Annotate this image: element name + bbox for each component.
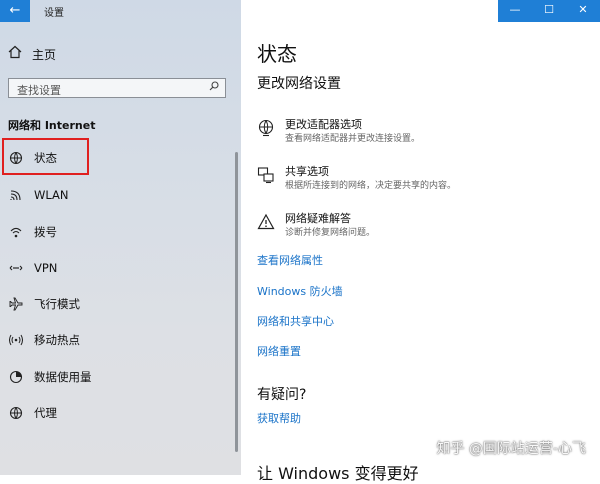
sidebar-scrollbar[interactable]	[235, 152, 238, 452]
main-content: — ☐ ✕ 状态 更改网络设置 更改适配器选项 查看网络适配器并更改连接设置。 …	[241, 0, 600, 483]
search-box[interactable]	[8, 78, 226, 100]
adapter-globe-icon	[257, 119, 275, 137]
option-description: 诊断并修复网络问题。	[285, 228, 376, 238]
home-label: 主页	[32, 47, 57, 62]
close-button[interactable]: ✕	[566, 0, 600, 22]
warning-icon	[257, 213, 275, 231]
get-help-link[interactable]: 获取帮助	[257, 410, 301, 426]
sidebar-item-label: 拨号	[34, 225, 57, 239]
title-bar: ← 设置	[0, 0, 241, 22]
page-title: 状态	[257, 42, 297, 66]
sidebar-item-vpn[interactable]: VPN	[0, 250, 236, 286]
sidebar-item-label: 移动热点	[34, 333, 80, 347]
minimize-button[interactable]: —	[498, 0, 532, 22]
sharing-icon	[257, 166, 275, 184]
option-description: 查看网络适配器并更改连接设置。	[285, 134, 421, 144]
windows-firewall-link[interactable]: Windows 防火墙	[257, 283, 343, 299]
option-sharing[interactable]: 共享选项 根据所连接到的网络，决定要共享的内容。	[257, 165, 456, 193]
dialup-icon	[8, 224, 24, 240]
hotspot-icon	[8, 332, 24, 348]
data-usage-icon	[8, 369, 24, 385]
option-title: 更改适配器选项	[285, 118, 362, 131]
vpn-icon	[8, 260, 24, 276]
back-button[interactable]: ←	[0, 0, 30, 22]
option-adapter[interactable]: 更改适配器选项 查看网络适配器并更改连接设置。	[257, 118, 420, 146]
watermark: 知乎 @国际站运营-心飞	[436, 441, 586, 457]
sidebar-item-hotspot[interactable]: 移动热点	[0, 322, 236, 358]
home-icon	[8, 45, 24, 63]
sidebar-item-airplane[interactable]: 飞行模式	[0, 286, 236, 322]
view-network-properties-link[interactable]: 查看网络属性	[257, 252, 323, 268]
help-heading: 有疑问?	[257, 387, 307, 403]
option-title: 共享选项	[285, 165, 329, 178]
option-troubleshoot[interactable]: 网络疑难解答 诊断并修复网络问题。	[257, 212, 375, 240]
network-sharing-center-link[interactable]: 网络和共享中心	[257, 313, 334, 329]
option-title: 网络疑难解答	[285, 212, 351, 225]
maximize-button[interactable]: ☐	[532, 0, 566, 22]
section-subtitle: 更改网络设置	[257, 76, 341, 92]
sidebar-item-label: 数据使用量	[34, 370, 92, 384]
network-reset-link[interactable]: 网络重置	[257, 343, 301, 359]
search-input[interactable]	[9, 81, 207, 100]
sidebar-item-status[interactable]: 状态	[0, 140, 236, 176]
option-description: 根据所连接到的网络，决定要共享的内容。	[285, 181, 457, 191]
wifi-icon	[8, 187, 24, 203]
feedback-heading: 让 Windows 变得更好	[257, 464, 419, 483]
sidebar-item-proxy[interactable]: 代理	[0, 395, 236, 431]
status-globe-icon	[8, 150, 24, 166]
home-nav-item[interactable]: 主页	[8, 44, 56, 64]
sidebar-item-dialup[interactable]: 拨号	[0, 214, 236, 250]
sidebar-item-data-usage[interactable]: 数据使用量	[0, 359, 236, 395]
airplane-icon	[8, 296, 24, 312]
sidebar-item-label: WLAN	[34, 188, 69, 202]
sidebar: ← 设置 主页 网络和 Internet 状态 WLAN 拨号	[0, 0, 241, 475]
sidebar-item-label: 飞行模式	[34, 297, 80, 311]
sidebar-item-wlan[interactable]: WLAN	[0, 177, 236, 213]
sidebar-item-label: VPN	[34, 261, 58, 275]
back-arrow-icon: ←	[9, 3, 21, 18]
section-title: 网络和 Internet	[8, 119, 96, 132]
search-icon[interactable]	[209, 81, 219, 94]
window-controls: — ☐ ✕	[498, 0, 600, 22]
sidebar-item-label: 状态	[34, 151, 57, 165]
sidebar-item-label: 代理	[34, 406, 57, 420]
globe-icon	[8, 405, 24, 421]
app-title: 设置	[44, 8, 64, 19]
